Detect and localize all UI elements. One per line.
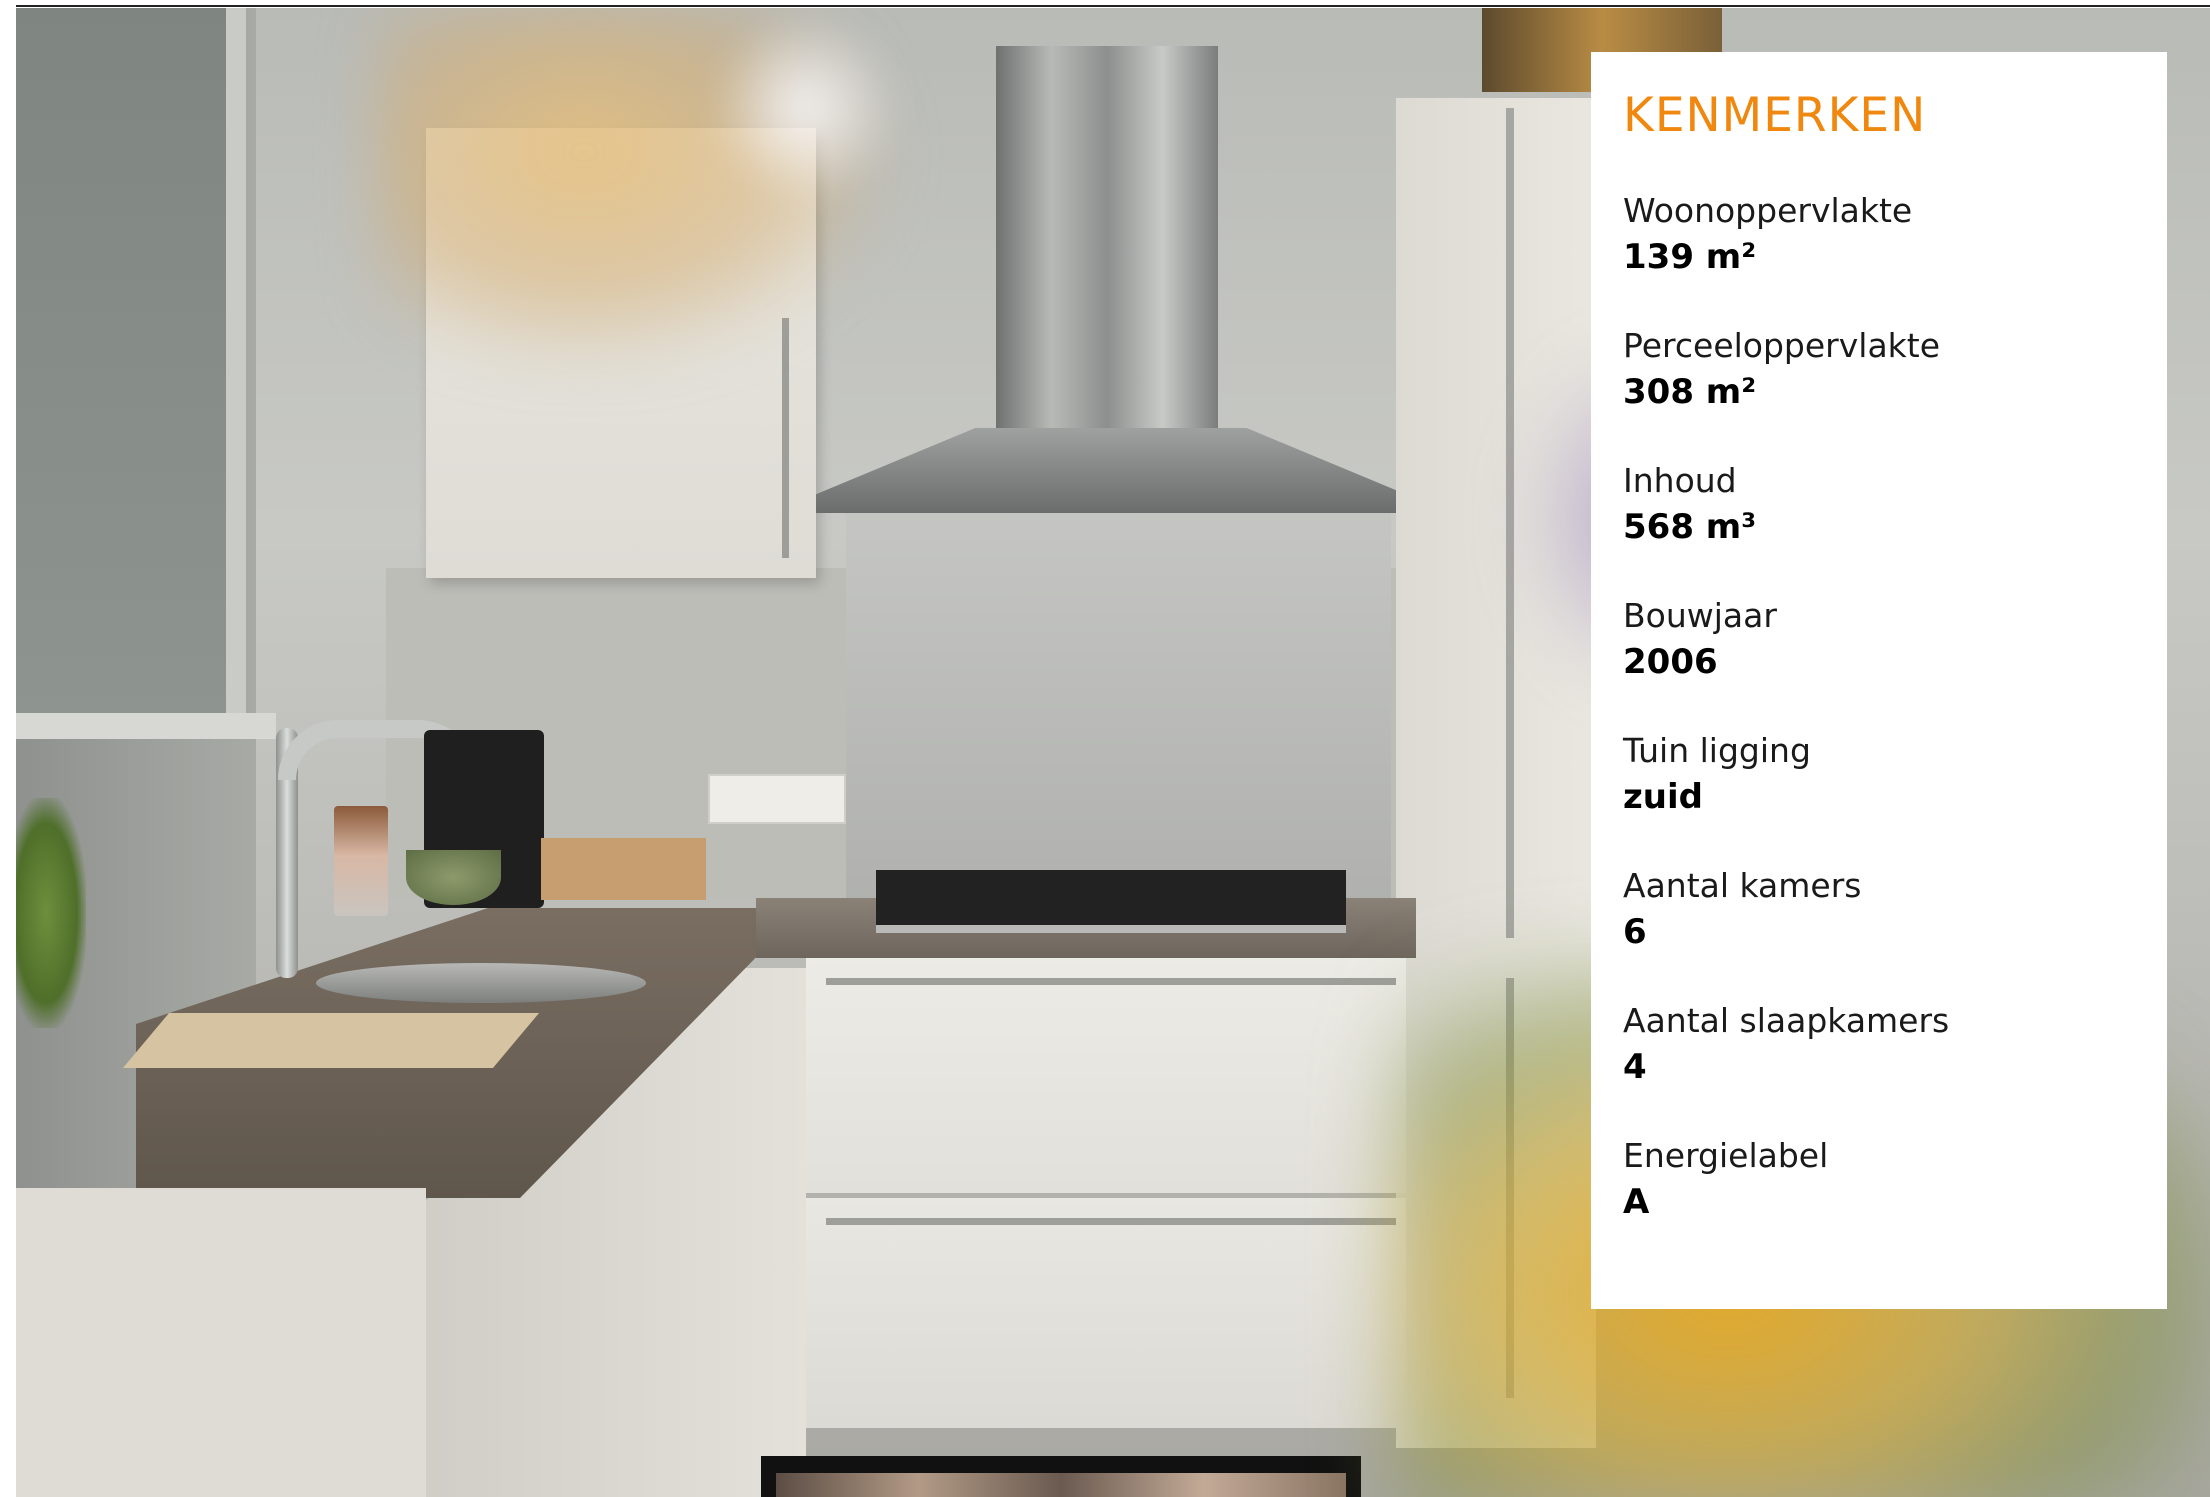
photo-gas-hob bbox=[876, 870, 1346, 933]
feature-label: Tuin ligging bbox=[1623, 731, 1811, 770]
photo-wooden-box bbox=[541, 838, 706, 900]
feature-label: Bouwjaar bbox=[1623, 596, 1777, 635]
photo-drawer-handle-top bbox=[826, 978, 1396, 985]
photo-extractor-hood-chimney bbox=[996, 46, 1218, 434]
photo-plant bbox=[16, 798, 86, 1028]
feature-value: zuid bbox=[1623, 777, 1703, 817]
feature-value: 2006 bbox=[1623, 642, 1718, 682]
photo-tall-cabinet-handle bbox=[1506, 108, 1514, 938]
feature-label: Woonoppervlakte bbox=[1623, 191, 1913, 230]
feature-value: 4 bbox=[1623, 1047, 1647, 1087]
feature-value: 308 m² bbox=[1623, 372, 1757, 412]
photo-front-cabinet bbox=[16, 1188, 426, 1497]
feature-energielabel: Energielabel A bbox=[1623, 1133, 2167, 1225]
photo-window-sill bbox=[16, 713, 276, 739]
feature-value: 6 bbox=[1623, 912, 1647, 952]
feature-inhoud: Inhoud 568 m³ bbox=[1623, 458, 2167, 550]
feature-label: Energielabel bbox=[1623, 1136, 1829, 1175]
photo-jar bbox=[334, 806, 388, 916]
feature-label: Aantal slaapkamers bbox=[1623, 1001, 1950, 1040]
feature-aantal-kamers: Aantal kamers 6 bbox=[1623, 863, 2167, 955]
photo-drawer-handle-bottom bbox=[826, 1218, 1396, 1225]
photo-sink bbox=[316, 963, 646, 1003]
kenmerken-panel: KENMERKEN Woonoppervlakte 139 m² Perceel… bbox=[1591, 52, 2167, 1309]
feature-bouwjaar: Bouwjaar 2006 bbox=[1623, 593, 2167, 685]
feature-label: Aantal kamers bbox=[1623, 866, 1862, 905]
photo-drawer-top bbox=[806, 958, 1406, 1193]
feature-woonoppervlakte: Woonoppervlakte 139 m² bbox=[1623, 188, 2167, 280]
feature-aantal-slaapkamers: Aantal slaapkamers 4 bbox=[1623, 998, 2167, 1090]
top-border-line bbox=[16, 5, 2210, 7]
feature-value: A bbox=[1623, 1182, 1650, 1222]
feature-value: 139 m² bbox=[1623, 237, 1757, 277]
photo-extractor-hood bbox=[816, 428, 1406, 513]
photo-wall-sockets bbox=[708, 774, 846, 824]
feature-tuin-ligging: Tuin ligging zuid bbox=[1623, 728, 2167, 820]
feature-perceeloppervlakte: Perceeloppervlakte 308 m² bbox=[1623, 323, 2167, 415]
photo-drawer-bottom bbox=[806, 1198, 1406, 1428]
photo-tv-screen bbox=[776, 1473, 1346, 1497]
photo-blurred-highlight bbox=[706, 18, 906, 198]
photo-steel-backsplash bbox=[846, 508, 1391, 903]
feature-label: Inhoud bbox=[1623, 461, 1737, 500]
photo-cutting-board bbox=[122, 1013, 540, 1068]
feature-label: Perceeloppervlakte bbox=[1623, 326, 1941, 365]
photo-bowl bbox=[406, 850, 501, 905]
photo-window bbox=[16, 8, 246, 728]
feature-value: 568 m³ bbox=[1623, 507, 1757, 547]
panel-title: KENMERKEN bbox=[1623, 88, 1927, 143]
